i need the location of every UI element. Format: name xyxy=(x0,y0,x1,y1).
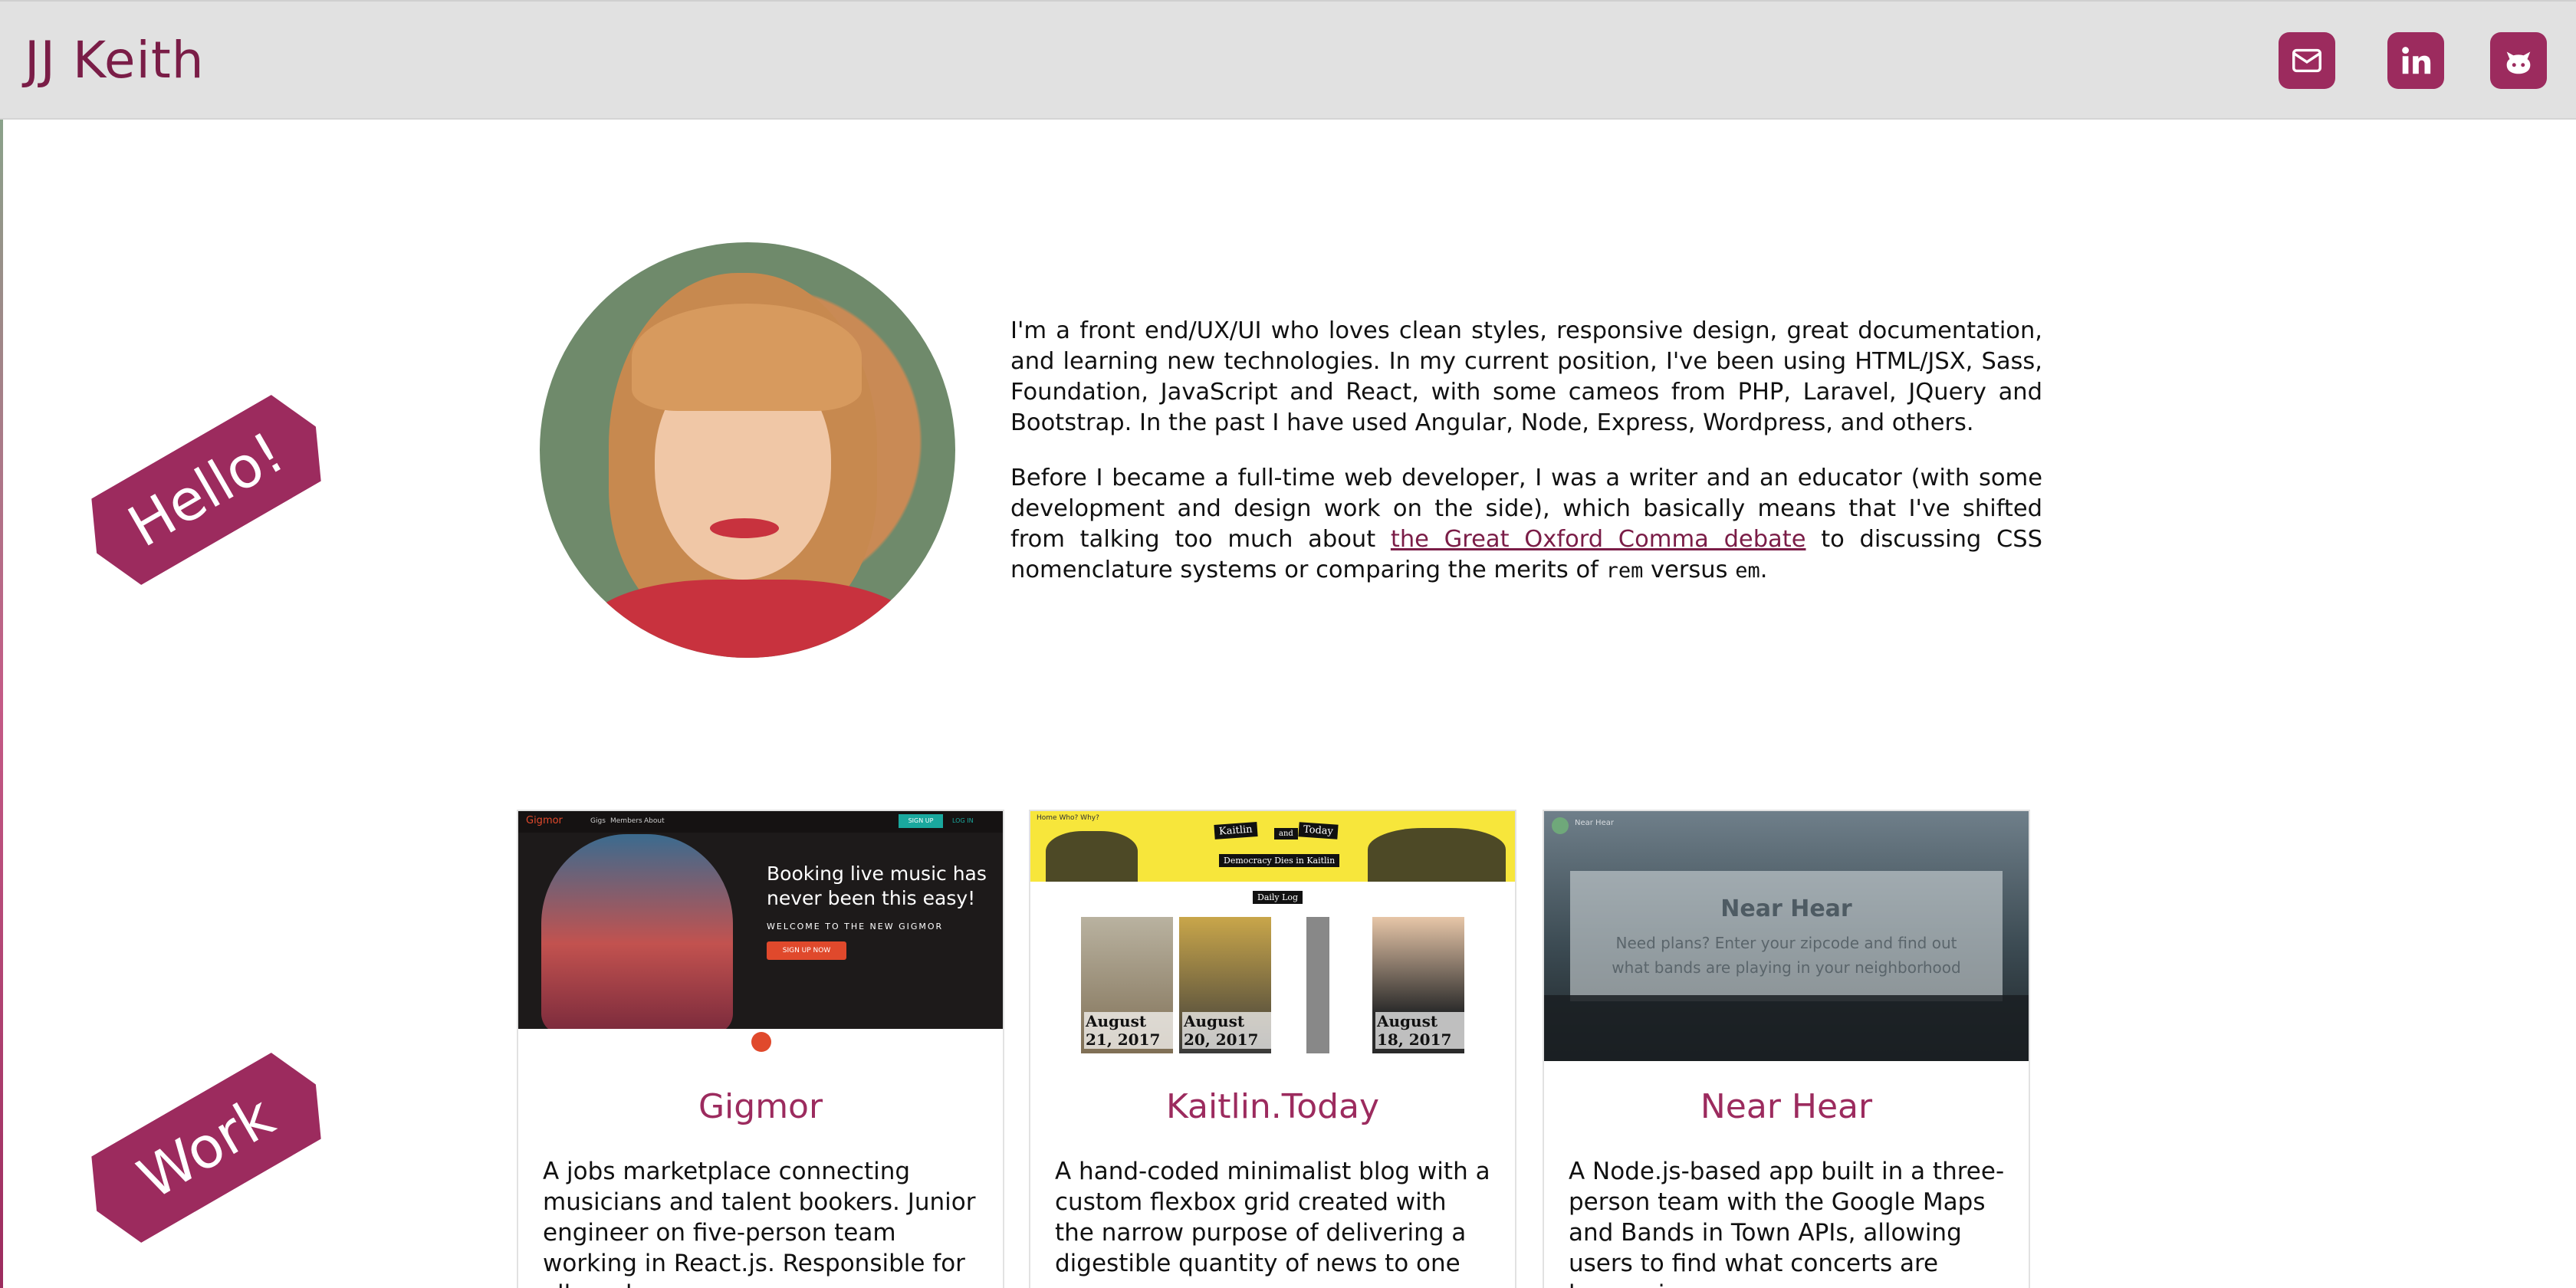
card-title[interactable]: Kaitlin.Today xyxy=(1030,1087,1515,1126)
kaitlin-tag-2: and xyxy=(1274,828,1298,840)
kaitlin-daily-log: Daily Log xyxy=(1253,891,1303,904)
work-ribbon-label: Work xyxy=(127,1083,285,1213)
oxford-comma-link[interactable]: the Great Oxford Comma debate xyxy=(1391,526,1806,553)
project-card-kaitlin-today[interactable]: Home Who? Why? Kaitlin and Today Democra… xyxy=(1029,810,1516,1288)
envelope-icon xyxy=(2292,48,2321,73)
site-brand[interactable]: JJ Keith xyxy=(25,31,205,90)
github-icon xyxy=(2506,51,2531,74)
left-edge-line xyxy=(0,120,3,1288)
gigmor-strip xyxy=(518,1029,1003,1061)
near-hear-text: Need plans? Enter your zipcode and find … xyxy=(1612,934,1961,977)
kaitlin-header-band: Home Who? Why? Kaitlin and Today Democra… xyxy=(1030,811,1515,882)
gigmor-hero-image xyxy=(541,834,733,1033)
gigmor-welcome: WELCOME TO THE NEW GIGMOR xyxy=(767,922,944,932)
profile-photo xyxy=(540,242,955,658)
card-title[interactable]: Gigmor xyxy=(518,1087,1003,1126)
kaitlin-tag-1: Kaitlin xyxy=(1214,822,1258,840)
near-hear-logo-icon xyxy=(1552,817,1569,834)
kaitlin-headline: Democracy Dies in Kaitlin xyxy=(1219,854,1340,867)
kaitlin-today-screenshot[interactable]: Home Who? Why? Kaitlin and Today Democra… xyxy=(1030,811,1515,1061)
near-hear-heading: Near Hear xyxy=(1720,895,1852,922)
card-title[interactable]: Near Hear xyxy=(1544,1087,2029,1126)
kaitlin-tag-3: Today xyxy=(1298,822,1339,840)
near-hear-screenshot[interactable]: Near Hear Near Hear Need plans? Enter yo… xyxy=(1544,811,2029,1061)
card-description: A jobs marketplace connecting musicians … xyxy=(543,1158,976,1288)
gigmor-signup-now: SIGN UP NOW xyxy=(767,941,846,960)
kaitlin-post-tile: August 20, 2017 xyxy=(1179,917,1271,1053)
work-ribbon: Work xyxy=(72,1041,341,1254)
code-rem: rem xyxy=(1605,559,1644,583)
linkedin-icon xyxy=(2402,47,2431,74)
intro-paragraph-2: Before I became a full-time web develope… xyxy=(1010,465,2043,583)
linkedin-link[interactable] xyxy=(2387,32,2444,89)
kaitlin-post-tile: August 18, 2017 xyxy=(1372,917,1464,1053)
gigmor-screenshot[interactable]: Gigmor Gigs Members About SIGN UP LOG IN… xyxy=(518,811,1003,1061)
gigmor-tagline: Booking live music has never been this e… xyxy=(767,863,987,909)
kaitlin-post-tile-partial xyxy=(1306,917,1329,1053)
kaitlin-post-tile: August 21, 2017 xyxy=(1081,917,1173,1053)
code-em: em xyxy=(1735,559,1760,583)
gigmor-nav: Gigmor Gigs Members About SIGN UP LOG IN xyxy=(518,811,1003,833)
near-hear-logo-text: Near Hear xyxy=(1575,819,1614,827)
github-link[interactable] xyxy=(2490,32,2547,89)
card-description: A hand-coded minimalist blog with a cust… xyxy=(1055,1158,1490,1277)
project-card-near-hear[interactable]: Near Hear Near Hear Need plans? Enter yo… xyxy=(1543,810,2030,1288)
intro-text: I'm a front end/UX/UI who loves clean st… xyxy=(1010,316,2042,611)
site-header: JJ Keith xyxy=(0,0,2576,120)
card-description: A Node.js-based app built in a three-per… xyxy=(1569,1158,2005,1288)
hello-ribbon-label: Hello! xyxy=(117,419,295,560)
email-link[interactable] xyxy=(2279,32,2335,89)
gigmor-logo: Gigmor xyxy=(526,815,563,826)
intro-paragraph-1: I'm a front end/UX/UI who loves clean st… xyxy=(1010,317,2042,436)
hello-ribbon: Hello! xyxy=(72,383,341,596)
crowd-silhouette xyxy=(1544,995,2029,1061)
project-card-gigmor[interactable]: Gigmor Gigs Members About SIGN UP LOG IN… xyxy=(517,810,1004,1288)
